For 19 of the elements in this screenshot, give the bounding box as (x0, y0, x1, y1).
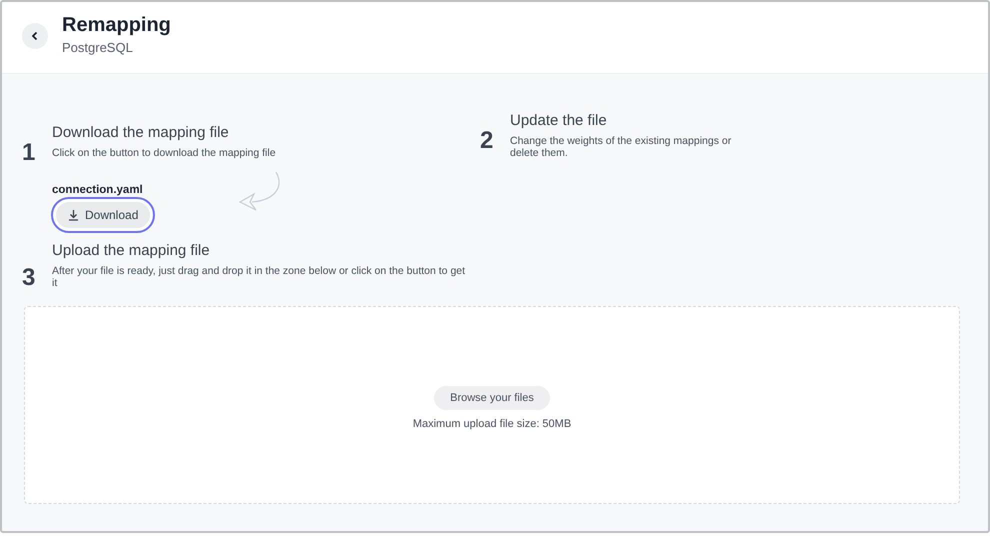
back-button[interactable] (22, 22, 48, 48)
step-description: Change the weights of the existing mappings or delete them. (510, 135, 732, 159)
upload-size-note: Maximum upload file size: 50MB (412, 418, 572, 430)
page-title: Remapping (62, 14, 171, 37)
step-title: Upload the mapping file (52, 242, 211, 259)
browse-files-button[interactable]: Browse your files (434, 386, 550, 410)
step-number: 3 (22, 264, 36, 292)
step-title: Download the mapping file (52, 124, 230, 141)
file-name: connection.yaml (52, 184, 144, 196)
step-description: Click on the button to download the mapping file (52, 147, 276, 159)
step-number: 1 (22, 139, 36, 167)
step-number: 2 (480, 127, 494, 155)
download-icon (68, 209, 79, 221)
page-subtitle: PostgreSQL (62, 40, 134, 55)
chevron-left-icon (31, 30, 39, 40)
step-description: After your file is ready, just drag and drop it in the zone below or click on the button to get it (52, 265, 466, 289)
step-title: Update the file (510, 112, 608, 129)
download-button[interactable]: Download (56, 202, 150, 228)
upload-dropzone[interactable]: Browse your files Maximum upload file size: 50MB (24, 306, 960, 504)
